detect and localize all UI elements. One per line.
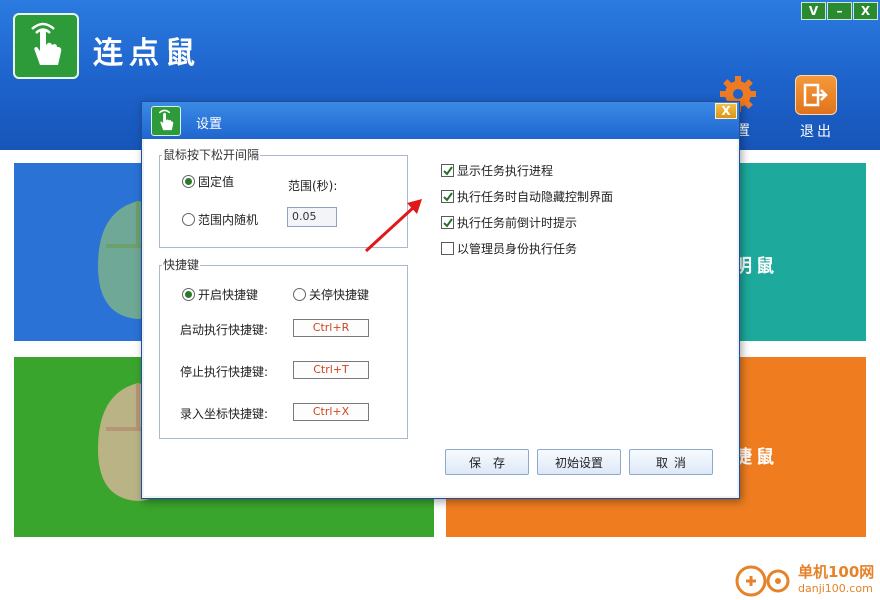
enable-hotkey-label: 开启快捷键 (198, 288, 259, 302)
cancel-button[interactable]: 取消 (629, 449, 713, 475)
watermark-url: danji100.com (798, 582, 873, 595)
settings-dialog: 设置 X 鼠标按下松开间隔 固定值 范围(秒): 范围内随机 0.05 快捷键 … (141, 101, 740, 499)
radio-indicator (293, 288, 306, 301)
dialog-titlebar[interactable]: 设置 X (142, 102, 739, 139)
option-label: 以管理员身份执行任务 (457, 242, 578, 256)
disable-hotkey-radio[interactable]: 关停快捷键 (293, 286, 369, 303)
fixed-value-label: 固定值 (198, 175, 235, 189)
stop-hotkey-label: 停止执行快捷键: (180, 365, 269, 379)
fixed-value-radio[interactable]: 固定值 (182, 173, 234, 190)
toolbar-exit-button[interactable]: 退出 (790, 72, 844, 140)
option-auto-hide[interactable]: 执行任务时自动隐藏控制界面 (441, 188, 613, 205)
window-controls: V – X (800, 2, 878, 20)
app-title: 连点鼠 (93, 36, 201, 71)
annotation-arrow-icon (364, 199, 422, 253)
radio-indicator (182, 213, 195, 226)
app-logo (13, 13, 79, 79)
option-countdown[interactable]: 执行任务前倒计时提示 (441, 214, 577, 231)
start-hotkey-label: 启动执行快捷键: (180, 323, 269, 337)
exit-label: 退出 (800, 124, 834, 140)
enable-hotkey-radio[interactable]: 开启快捷键 (182, 286, 258, 303)
tile-teal-label: 明鼠 (734, 256, 778, 277)
checkbox (441, 242, 454, 255)
exit-icon (795, 75, 837, 115)
option-label: 执行任务前倒计时提示 (457, 216, 578, 230)
checkbox (441, 190, 454, 203)
option-run-as-admin[interactable]: 以管理员身份执行任务 (441, 240, 577, 257)
watermark-name: 单机100网 (798, 563, 875, 581)
reset-defaults-button[interactable]: 初始设置 (537, 449, 621, 475)
random-range-label: 范围内随机 (198, 213, 259, 227)
start-hotkey-field[interactable]: Ctrl+R (293, 319, 369, 337)
record-hotkey-label: 录入坐标快捷键: (180, 407, 269, 421)
option-show-progress[interactable]: 显示任务执行进程 (441, 162, 553, 179)
watermark-logo-icon (735, 565, 790, 597)
hotkey-group: 快捷键 开启快捷键 关停快捷键 启动执行快捷键: Ctrl+R 停止执行快捷键:… (159, 258, 408, 439)
random-range-radio[interactable]: 范围内随机 (182, 211, 258, 228)
minimize-button[interactable]: – (827, 2, 852, 20)
interval-group-legend: 鼠标按下松开间隔 (162, 148, 261, 162)
checkmark-icon (442, 191, 453, 202)
checkbox (441, 216, 454, 229)
save-button[interactable]: 保存 (445, 449, 529, 475)
collapse-button[interactable]: V (801, 2, 826, 20)
dialog-body: 鼠标按下松开间隔 固定值 范围(秒): 范围内随机 0.05 快捷键 开启快捷键… (144, 139, 737, 496)
radio-indicator (182, 175, 195, 188)
range-input[interactable]: 0.05 (287, 207, 337, 227)
hotkey-group-legend: 快捷键 (162, 258, 201, 272)
dialog-title: 设置 (196, 117, 223, 132)
stop-hotkey-field[interactable]: Ctrl+T (293, 361, 369, 379)
option-label: 显示任务执行进程 (457, 164, 554, 178)
tile-orange-label: 捷鼠 (734, 447, 778, 468)
checkbox (441, 164, 454, 177)
close-window-button[interactable]: X (853, 2, 878, 20)
range-label: 范围(秒): (288, 179, 338, 193)
record-hotkey-field[interactable]: Ctrl+X (293, 403, 369, 421)
radio-indicator (182, 288, 195, 301)
dialog-logo-icon (151, 106, 181, 136)
watermark: 单机100网 danji100.com (734, 561, 880, 600)
disable-hotkey-label: 关停快捷键 (309, 288, 370, 302)
checkmark-icon (442, 165, 453, 176)
option-label: 执行任务时自动隐藏控制界面 (457, 190, 614, 204)
checkmark-icon (442, 217, 453, 228)
dialog-close-button[interactable]: X (715, 103, 737, 119)
